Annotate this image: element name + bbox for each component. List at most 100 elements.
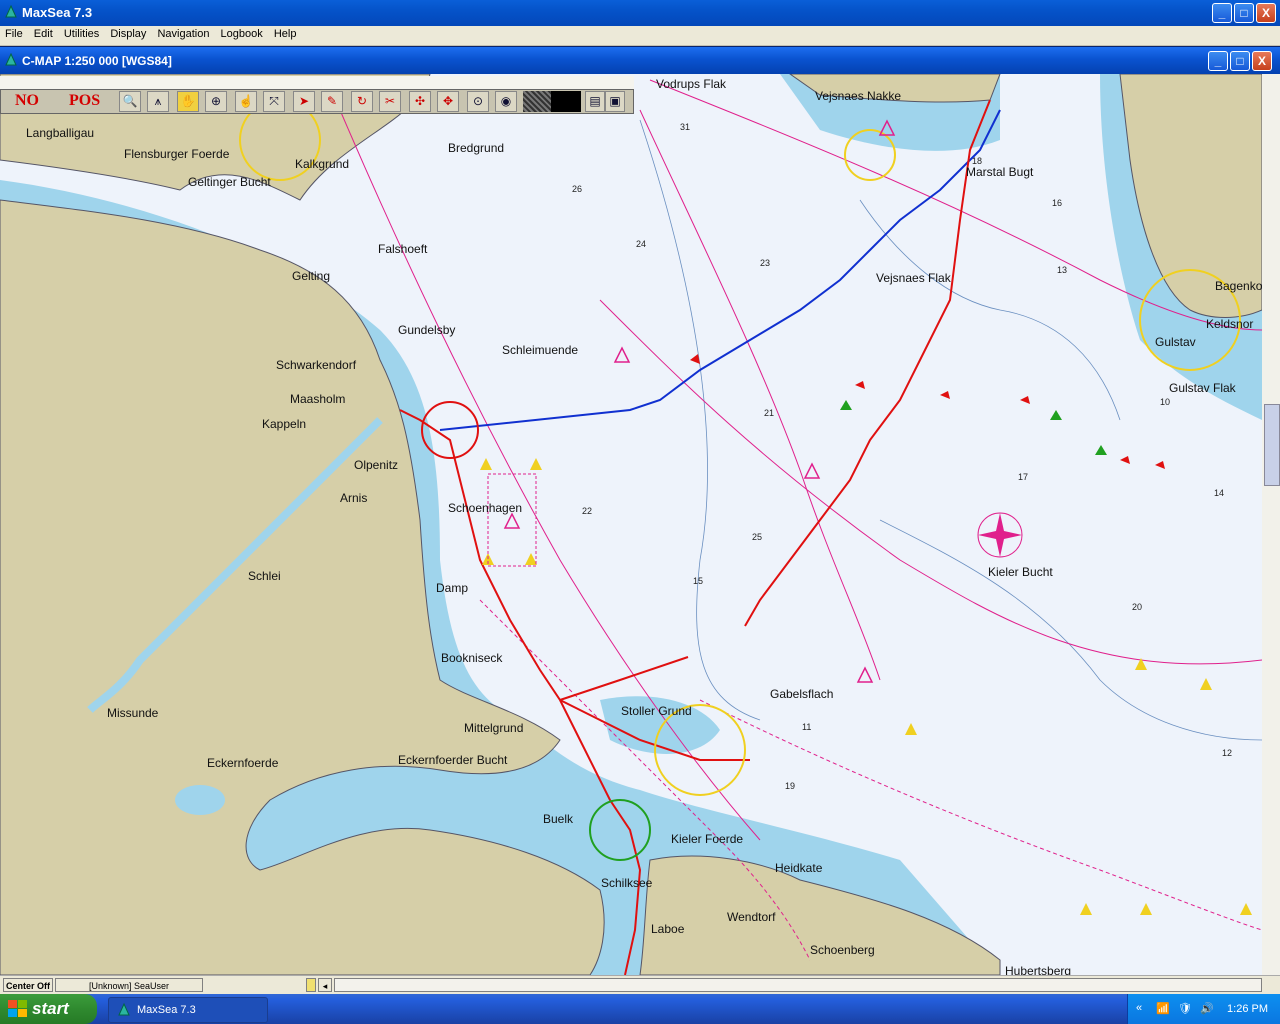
start-button[interactable]: start bbox=[0, 994, 97, 1024]
label-schwarkendorf: Schwarkendorf bbox=[276, 358, 357, 372]
chart-maximize-button[interactable]: □ bbox=[1230, 51, 1250, 71]
pointer-icon[interactable]: ➤ bbox=[293, 91, 315, 112]
app-titlebar: MaxSea 7.3 _ □ X bbox=[0, 0, 1280, 26]
pencil-icon[interactable]: ✎ bbox=[321, 91, 343, 112]
label-bookniseck: Bookniseck bbox=[441, 651, 503, 665]
menu-display[interactable]: Display bbox=[105, 26, 149, 40]
svg-text:21: 21 bbox=[764, 408, 774, 418]
label-bagenkop: Bagenkop bbox=[1215, 279, 1262, 293]
label-heidkate: Heidkate bbox=[775, 861, 823, 875]
label-vejsnaes-flak: Vejsnaes Flak bbox=[876, 271, 952, 285]
label-vodrups-flak: Vodrups Flak bbox=[656, 77, 727, 91]
tray-chevron-icon[interactable]: « bbox=[1136, 1002, 1142, 1014]
label-kappeln: Kappeln bbox=[262, 417, 306, 431]
menu-help[interactable]: Help bbox=[269, 26, 300, 40]
menu-bar: File Edit Utilities Display Navigation L… bbox=[0, 26, 1280, 46]
label-eckernfoerde: Eckernfoerde bbox=[207, 756, 279, 770]
label-geltinger-bucht: Geltinger Bucht bbox=[188, 175, 271, 189]
route-tool-icon[interactable]: ⤧ bbox=[263, 91, 285, 112]
label-gulstav-flak: Gulstav Flak bbox=[1169, 381, 1237, 395]
label-olpenitz: Olpenitz bbox=[354, 458, 398, 472]
windows-taskbar: start MaxSea 7.3 « 📶 🛡 🔊 1:26 PM bbox=[0, 994, 1280, 1024]
crosshair-icon[interactable]: ⊕ bbox=[205, 91, 227, 112]
no-indicator[interactable]: NO bbox=[15, 92, 39, 110]
chart-toolbar: NO POS 🔍 ⩚ ✋ ⊕ ☝ ⤧ ➤ ✎ ↻ ✂ ✣ ✥ ⊙ ◉ ▤ ▣ bbox=[0, 89, 634, 114]
label-gabelsflach: Gabelsflach bbox=[770, 687, 833, 701]
layer-icon[interactable]: ▤ bbox=[585, 91, 605, 112]
grab-hand-icon[interactable]: ☝ bbox=[235, 91, 257, 112]
svg-text:24: 24 bbox=[636, 239, 646, 249]
rotate-icon[interactable]: ↻ bbox=[351, 91, 373, 112]
compass-divider-icon[interactable]: ⩚ bbox=[147, 91, 169, 112]
label-mittelgrund: Mittelgrund bbox=[464, 721, 523, 735]
nautical-chart[interactable]: Langballigau Flensburger Foerde Kalkgrun… bbox=[0, 74, 1262, 975]
maxsea-task-icon bbox=[118, 1003, 130, 1016]
mark-tool-icon[interactable]: ✣ bbox=[409, 91, 431, 112]
pan-hand-icon[interactable]: ✋ bbox=[177, 91, 199, 112]
svg-text:10: 10 bbox=[1160, 397, 1170, 407]
svg-text:14: 14 bbox=[1214, 488, 1224, 498]
svg-text:16: 16 bbox=[1052, 198, 1062, 208]
pattern-swatch[interactable] bbox=[523, 91, 551, 112]
scroll-thumb[interactable] bbox=[1264, 404, 1280, 486]
svg-text:12: 12 bbox=[1222, 748, 1232, 758]
shield-icon[interactable]: 🛡 bbox=[1178, 1002, 1192, 1015]
compass-rose-icon bbox=[977, 512, 1023, 558]
color-swatch[interactable] bbox=[551, 91, 581, 112]
horizontal-scrollbar[interactable] bbox=[334, 978, 1262, 992]
status-bar: Center Off [Unknown] SeaUser ◂ bbox=[0, 975, 1280, 995]
vertical-scrollbar[interactable] bbox=[1262, 74, 1280, 975]
clock: 1:26 PM bbox=[1227, 1003, 1268, 1015]
pos-indicator[interactable]: POS bbox=[69, 92, 100, 110]
chart-window-title: C-MAP 1:250 000 [WGS84] bbox=[22, 54, 172, 68]
scroll-left-arrow-icon[interactable]: ◂ bbox=[318, 978, 332, 992]
label-buelk: Buelk bbox=[543, 812, 574, 826]
network-icon[interactable]: 📶 bbox=[1156, 1002, 1170, 1015]
label-missunde: Missunde bbox=[107, 706, 159, 720]
label-schoenberg: Schoenberg bbox=[810, 943, 875, 957]
volume-icon[interactable]: 🔊 bbox=[1200, 1002, 1214, 1015]
close-button[interactable]: X bbox=[1256, 3, 1276, 23]
label-keldsnor: Keldsnor bbox=[1206, 317, 1253, 331]
chart-close-button[interactable]: X bbox=[1252, 51, 1272, 71]
menu-navigation[interactable]: Navigation bbox=[152, 26, 212, 40]
svg-text:20: 20 bbox=[1132, 602, 1142, 612]
user-status: [Unknown] SeaUser bbox=[55, 978, 203, 992]
scissors-icon[interactable]: ✂ bbox=[379, 91, 401, 112]
label-arnis: Arnis bbox=[340, 491, 367, 505]
label-gundelsby: Gundelsby bbox=[398, 323, 455, 337]
minimize-button[interactable]: _ bbox=[1212, 3, 1232, 23]
menu-logbook[interactable]: Logbook bbox=[216, 26, 266, 40]
label-schoenhagen: Schoenhagen bbox=[448, 501, 522, 515]
maximize-button[interactable]: □ bbox=[1234, 3, 1254, 23]
menu-edit[interactable]: Edit bbox=[29, 26, 56, 40]
label-falshoeft: Falshoeft bbox=[378, 242, 428, 256]
svg-text:31: 31 bbox=[680, 122, 690, 132]
chart-info-strip bbox=[0, 76, 634, 90]
move-icon[interactable]: ✥ bbox=[437, 91, 459, 112]
svg-text:13: 13 bbox=[1057, 265, 1067, 275]
window-icon[interactable]: ▣ bbox=[605, 91, 625, 112]
label-schlei: Schlei bbox=[248, 569, 281, 583]
chart-canvas[interactable]: Langballigau Flensburger Foerde Kalkgrun… bbox=[0, 74, 1262, 975]
menu-utilities[interactable]: Utilities bbox=[59, 26, 102, 40]
center-off-toggle[interactable]: Center Off bbox=[3, 978, 53, 992]
chart-window-titlebar: C-MAP 1:250 000 [WGS84] _ □ X bbox=[0, 47, 1280, 74]
target-icon[interactable]: ◉ bbox=[495, 91, 517, 112]
svg-text:23: 23 bbox=[760, 258, 770, 268]
svg-text:19: 19 bbox=[785, 781, 795, 791]
chart-minimize-button[interactable]: _ bbox=[1208, 51, 1228, 71]
taskbar-item-maxsea[interactable]: MaxSea 7.3 bbox=[108, 997, 268, 1023]
zoom-icon[interactable]: 🔍 bbox=[119, 91, 141, 112]
menu-file[interactable]: File bbox=[0, 26, 26, 40]
label-laboe: Laboe bbox=[651, 922, 685, 936]
label-gelting: Gelting bbox=[292, 269, 330, 283]
label-langballigau: Langballigau bbox=[26, 126, 94, 140]
status-indicator bbox=[306, 978, 316, 992]
maxsea-app-icon bbox=[5, 5, 17, 18]
label-kieler-foerde: Kieler Foerde bbox=[671, 832, 743, 846]
circle-dot-icon[interactable]: ⊙ bbox=[467, 91, 489, 112]
svg-text:18: 18 bbox=[972, 156, 982, 166]
svg-text:11: 11 bbox=[802, 722, 811, 732]
svg-text:17: 17 bbox=[1018, 472, 1028, 482]
